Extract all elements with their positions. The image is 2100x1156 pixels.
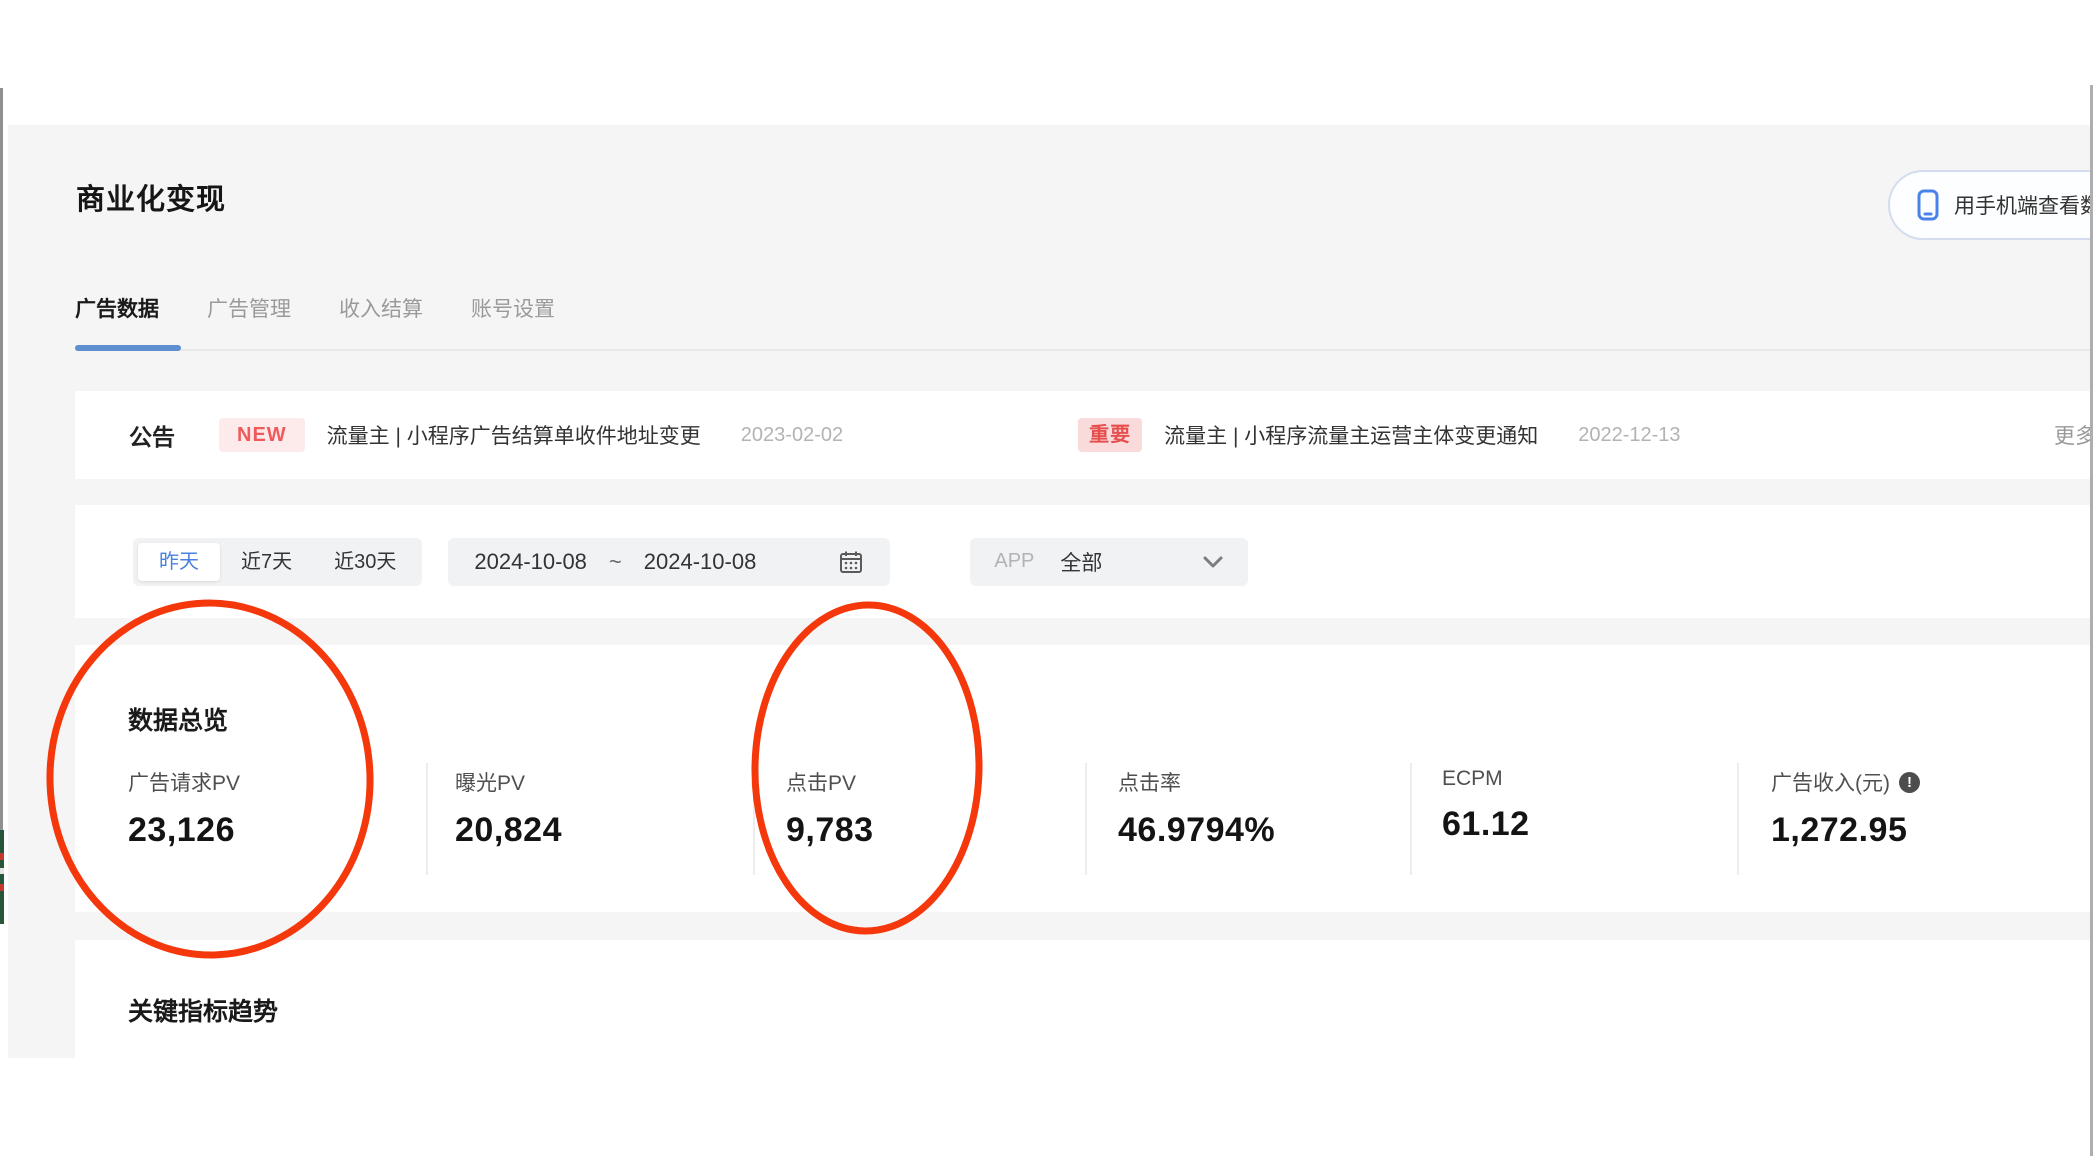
metric-divider [753,763,755,875]
metric-label: 广告收入(元) [1771,772,1890,795]
tab-divider-line [75,349,2090,351]
page-title: 商业化变现 [76,184,227,216]
announcement-label: 公告 [129,424,175,450]
metric-value: 61.12 [1442,805,1530,843]
app-filter-value: 全部 [1060,551,1103,575]
data-overview-card: 数据总览 广告请求PV 23,126 曝光PV 20,824 点击PV 9,78… [75,645,2090,912]
metric-ad-request-pv: 广告请求PV 23,126 [128,767,240,850]
view-data-on-phone-label: 用手机端查看数据 [1954,195,2100,218]
metric-label: 点击率 [1118,772,1181,795]
metric-value: 9,783 [786,811,874,849]
tab-account-settings[interactable]: 账号设置 [471,293,555,323]
date-start-value: 2024-10-08 [474,548,587,574]
metric-divider [1737,763,1739,875]
metric-value: 46.9794% [1118,811,1276,849]
info-icon[interactable]: ! [1899,771,1920,793]
metric-label: 广告请求PV [128,772,241,795]
announcement-bar: 公告 NEW 流量主 | 小程序广告结算单收件地址变更 2023-02-02 重… [75,391,2090,479]
metric-value: 23,126 [128,811,235,849]
metric-ecpm: ECPM 61.12 [1442,767,1530,844]
window-edge-artifact [0,868,4,874]
announcement-more-link[interactable]: 更多 [2054,420,2090,450]
window-edge-artifact [0,853,4,860]
tab-ad-management[interactable]: 广告管理 [207,293,291,323]
tab-bar: 广告数据 广告管理 收入结算 账号设置 [75,293,603,323]
date-range-picker[interactable]: 2024-10-08 ~ 2024-10-08 [448,537,891,586]
tab-ad-data[interactable]: 广告数据 [75,293,159,323]
window-edge-artifact [0,884,4,891]
window-edge-artifact [0,88,3,830]
metric-divider [426,763,428,875]
data-overview-title: 数据总览 [128,707,229,735]
metric-label: 点击PV [786,772,857,795]
metric-click-rate: 点击率 46.9794% [1118,767,1275,850]
announcement-date: 2022-12-13 [1578,423,1681,446]
filter-bar: 昨天 近7天 近30天 2024-10-08 ~ 2024-10-08 APP … [75,505,2090,618]
window-edge-line [2090,85,2093,1156]
important-badge: 重要 [1078,418,1143,452]
metric-click-pv: 点击PV 9,783 [786,767,874,850]
metric-divider [1410,763,1412,875]
announcement-item[interactable]: NEW 流量主 | 小程序广告结算单收件地址变更 2023-02-02 [175,418,843,452]
calendar-icon [838,549,864,575]
chevron-down-icon [1202,555,1224,569]
page-root: { "header": { "title": "商业化变现", "phone_b… [0,0,2100,1156]
metric-divider [1085,763,1087,875]
date-end-value: 2024-10-08 [643,548,757,574]
quick-range-last-30-days[interactable]: 近30天 [313,543,417,581]
metric-ad-revenue: 广告收入(元) ! 1,272.95 [1771,767,1920,850]
announcement-date: 2023-02-02 [740,423,844,446]
quick-date-range-group: 昨天 近7天 近30天 [133,537,423,586]
quick-range-last-7-days[interactable]: 近7天 [220,543,313,581]
metric-label: ECPM [1442,767,1503,790]
new-badge: NEW [219,418,305,452]
key-metric-trend-title: 关键指标趋势 [128,998,279,1026]
window-edge-artifact [0,830,4,924]
announcement-text: 流量主 | 小程序流量主运营主体变更通知 [1164,425,1539,448]
window-edge-strip [2093,0,2100,1156]
metric-value: 1,272.95 [1771,811,1908,849]
quick-range-yesterday[interactable]: 昨天 [138,542,220,581]
key-metric-trend-card: 关键指标趋势 [75,940,2090,1058]
announcement-item[interactable]: 重要 流量主 | 小程序流量主运营主体变更通知 2022-12-13 [1078,418,1681,452]
announcement-text: 流量主 | 小程序广告结算单收件地址变更 [326,425,701,448]
phone-icon [1916,188,1940,222]
metric-impression-pv: 曝光PV 20,824 [455,767,562,850]
active-tab-underline [75,345,181,351]
app-filter-dropdown[interactable]: APP 全部 [970,537,1249,586]
app-filter-label: APP [994,550,1035,572]
metric-value: 20,824 [455,811,562,849]
tab-revenue-settlement[interactable]: 收入结算 [339,293,423,323]
date-range-separator: ~ [608,548,622,574]
metric-label: 曝光PV [455,772,526,795]
view-data-on-phone-button[interactable]: 用手机端查看数据 [1888,170,2100,240]
